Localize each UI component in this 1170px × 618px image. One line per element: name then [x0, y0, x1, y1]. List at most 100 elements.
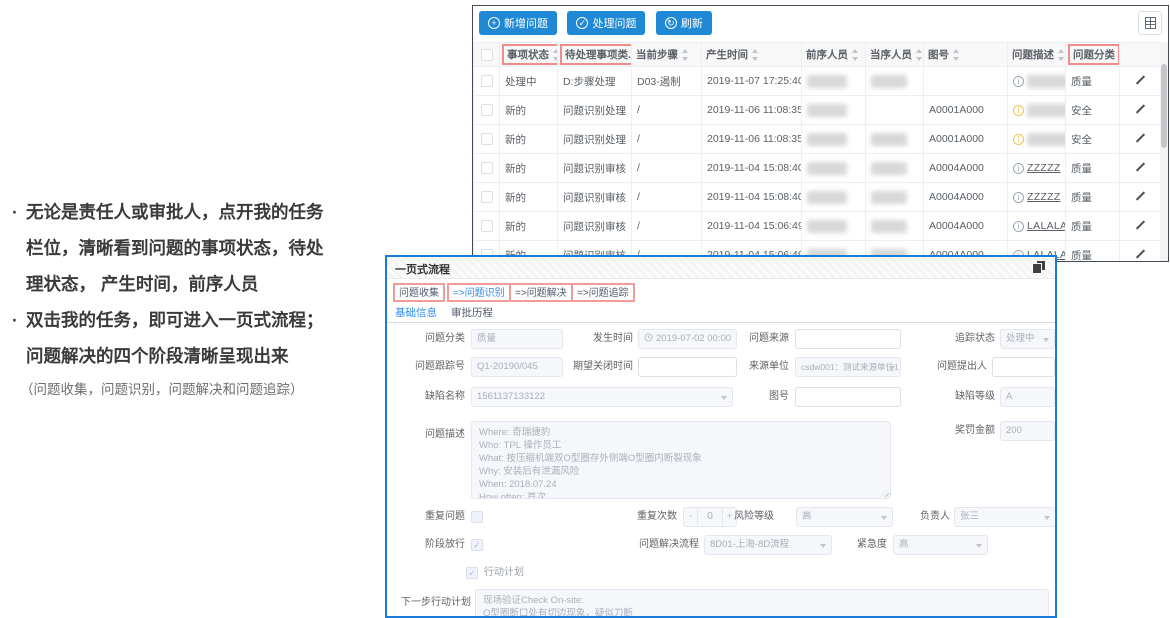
cell-drawing-no: A0001A000	[924, 96, 1008, 125]
problem-desc-textarea[interactable]: Where: 奇瑞捷豹 Who: TPL 操作员工 What: 按压缩机端双O型…	[471, 421, 891, 499]
tab-approval-history[interactable]: 审批历程	[451, 305, 493, 320]
cell-todo_type: 问题识别审核	[558, 212, 632, 241]
column-header-todo_type[interactable]: 待处理事项类...	[558, 43, 632, 67]
column-header-status[interactable]: 事项状态	[500, 43, 558, 67]
sort-icon[interactable]	[751, 49, 759, 61]
table-row[interactable]: 处理中D:步骤处理D03-遏制2019-11-07 17:25:40质量	[474, 67, 1163, 96]
cell-actions	[1120, 67, 1163, 96]
repeat-problem-label: 重复问题	[393, 507, 465, 527]
edit-pencil-icon[interactable]	[1134, 160, 1148, 174]
cell-current_step: D03-遏制	[632, 67, 702, 96]
edit-pencil-icon[interactable]	[1134, 218, 1148, 232]
redacted-text	[1027, 133, 1066, 146]
urgency-select[interactable]: 高	[893, 535, 988, 555]
row-checkbox[interactable]	[481, 104, 493, 116]
edit-pencil-icon[interactable]	[1134, 102, 1148, 116]
drawing-no-field[interactable]	[795, 387, 901, 407]
sort-icon[interactable]	[952, 49, 960, 61]
cell-actions	[1120, 154, 1163, 183]
column-header-prev_person[interactable]: 前序人员	[802, 43, 866, 67]
proposer-field[interactable]	[992, 357, 1055, 377]
column-header-created_time[interactable]: 产生时间	[702, 43, 802, 67]
cell-category: 质量	[1066, 67, 1120, 96]
cell-description: ZZZZZ	[1008, 154, 1066, 183]
cell-drawing-no	[924, 67, 1008, 96]
plus-circle-icon: +	[488, 17, 500, 29]
cell-created_time: 2019-11-04 15:08:40	[702, 154, 802, 183]
column-header-actions	[1120, 43, 1163, 67]
problem-category-field[interactable]: 质量	[471, 329, 563, 349]
tab-basic-info[interactable]: 基础信息	[395, 305, 437, 320]
edit-pencil-icon[interactable]	[1134, 189, 1148, 203]
process-issue-button[interactable]: ✓ 处理问题	[567, 11, 645, 35]
action-plan-checkbox[interactable]	[466, 567, 478, 579]
table-row[interactable]: 新的问题识别处理/2019-11-06 11:08:35A0001A000安全	[474, 96, 1163, 125]
cell-todo_type: 问题识别处理	[558, 96, 632, 125]
annotation-highlight-box: 待处理事项类...	[560, 44, 632, 65]
stage-tab-solve[interactable]: =>问题解决	[509, 283, 573, 302]
form-title: 一页式流程	[395, 261, 450, 277]
description-link[interactable]: ZZZZZ	[1027, 191, 1061, 203]
sort-icon[interactable]	[1057, 49, 1065, 61]
column-header-drawing_no[interactable]: 图号	[924, 43, 1008, 67]
tracking-status-select[interactable]: 处理中	[1000, 329, 1055, 349]
cell-prev-person	[802, 96, 866, 125]
cell-todo_type: 问题识别处理	[558, 125, 632, 154]
defect-level-field[interactable]: A	[1000, 387, 1055, 407]
form-title-bar: 一页式流程	[387, 257, 1055, 279]
column-header-description[interactable]: 问题描述	[1008, 43, 1066, 67]
table-scrollbar-track[interactable]	[1160, 42, 1168, 261]
defect-name-select[interactable]: 1561137133122	[471, 387, 733, 407]
row-checkbox[interactable]	[481, 162, 493, 174]
sort-icon[interactable]	[681, 49, 689, 61]
cell-status: 新的	[500, 183, 558, 212]
check-circle-icon: ✓	[576, 17, 588, 29]
row-checkbox[interactable]	[481, 220, 493, 232]
sort-icon[interactable]	[851, 49, 859, 61]
table-scrollbar-thumb[interactable]	[1161, 64, 1167, 148]
next-action-plan-textarea[interactable]: 现场验证Check On-site: O型圈断口处有切边现象，疑似刀断	[475, 589, 1049, 618]
row-checkbox[interactable]	[481, 133, 493, 145]
penalty-amount-field[interactable]: 200	[1000, 421, 1055, 441]
source-unit-select[interactable]: csdw001：测试来源单位1	[795, 357, 901, 377]
repeat-problem-checkbox[interactable]	[471, 511, 483, 523]
owner-select[interactable]: 张三	[954, 507, 1056, 527]
add-issue-button[interactable]: + 新增问题	[479, 11, 557, 35]
column-settings-button[interactable]	[1138, 11, 1162, 35]
sort-icon[interactable]	[915, 49, 923, 61]
cell-created_time: 2019-11-04 15:08:40	[702, 183, 802, 212]
screen: 无论是责任人或审批人，点开我的任务 栏位，清晰看到问题的事项状态，待处 理状态，…	[0, 0, 1170, 618]
cell-description	[1008, 96, 1066, 125]
column-header-current_person[interactable]: 当序人员	[866, 43, 924, 67]
cell-todo_type: 问题识别审核	[558, 154, 632, 183]
stage-release-checkbox[interactable]	[471, 539, 483, 551]
table-row[interactable]: 新的问题识别处理/2019-11-06 11:08:35A0001A000安全	[474, 125, 1163, 154]
stage-tab-track[interactable]: =>问题追踪	[571, 283, 635, 302]
refresh-button[interactable]: ↻ 刷新	[656, 11, 712, 35]
info-circle-icon	[1013, 76, 1024, 87]
edit-pencil-icon[interactable]	[1134, 131, 1148, 145]
stage-tab-identify[interactable]: =>问题识别	[447, 283, 511, 302]
copy-window-icon[interactable]	[1032, 261, 1045, 274]
description-link[interactable]: LALALAAL	[1027, 220, 1066, 232]
tracking-no-field[interactable]: Q1-20190/045	[471, 357, 563, 377]
header-label-wrap: 图号	[928, 47, 960, 62]
redacted-text	[807, 220, 847, 233]
row-checkbox[interactable]	[481, 75, 493, 87]
select-all-checkbox[interactable]	[481, 49, 493, 61]
redacted-text	[871, 162, 907, 175]
tracking-status-label: 追踪状态	[915, 329, 995, 349]
table-row[interactable]: 新的问题识别审核/2019-11-04 15:06:49A0004A000LAL…	[474, 212, 1163, 241]
sort-icon[interactable]	[552, 49, 558, 61]
description-link[interactable]: ZZZZZ	[1027, 162, 1061, 174]
row-checkbox[interactable]	[481, 191, 493, 203]
cell-select	[474, 96, 500, 125]
edit-pencil-icon[interactable]	[1134, 247, 1148, 261]
column-header-current_step[interactable]: 当前步骤	[632, 43, 702, 67]
drawing-no-label: 图号	[709, 387, 789, 407]
table-row[interactable]: 新的问题识别审核/2019-11-04 15:08:40A0004A000ZZZ…	[474, 154, 1163, 183]
edit-pencil-icon[interactable]	[1134, 73, 1148, 87]
stage-tab-collect[interactable]: 问题收集	[393, 283, 445, 302]
table-row[interactable]: 新的问题识别审核/2019-11-04 15:08:40A0004A000ZZZ…	[474, 183, 1163, 212]
problem-source-field[interactable]	[795, 329, 901, 349]
